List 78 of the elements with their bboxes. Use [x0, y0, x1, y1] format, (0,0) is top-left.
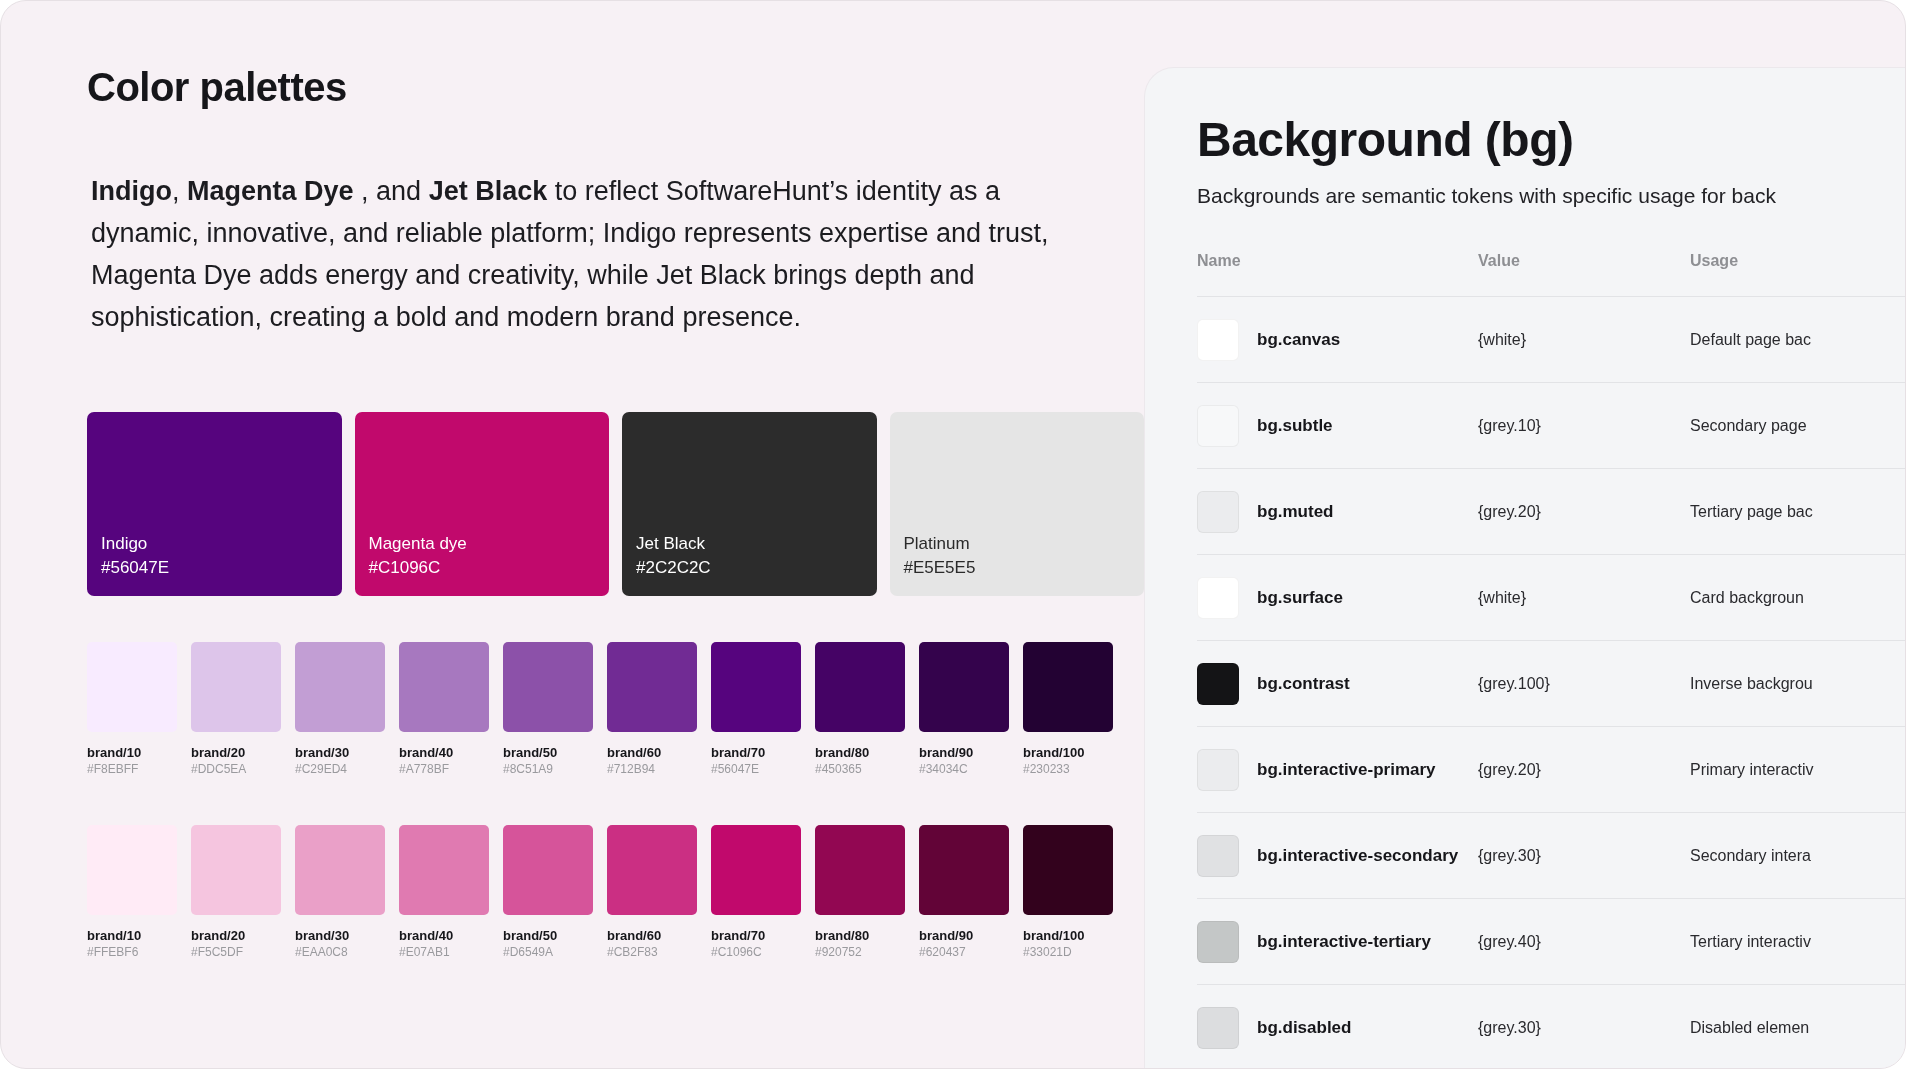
token-usage: Tertiary interactiv: [1690, 932, 1811, 951]
hex-code: #A778BF: [399, 761, 451, 777]
color-swatch: Magenta dye #C1096C: [354, 412, 609, 596]
swatch-label: brand/40: [399, 744, 455, 761]
token-name: bg.muted: [1257, 501, 1334, 522]
hex-code: #D6549A: [503, 944, 555, 960]
swatch-label: brand/100: [1023, 927, 1086, 944]
token-name: bg.subtle: [1257, 415, 1333, 436]
token-value: {white}: [1478, 588, 1528, 607]
column-header: Name: [1197, 252, 1242, 270]
token-usage: Disabled elemen: [1690, 1018, 1810, 1037]
swatch-label: brand/40: [399, 927, 455, 944]
hex-code: #33021D: [1023, 944, 1073, 960]
page-title: Color palettes: [87, 65, 348, 110]
column-header: Usage: [1690, 252, 1739, 270]
swatch-label: brand/10: [87, 927, 143, 944]
token-value: {grey.30}: [1478, 846, 1542, 865]
token-name: bg.contrast: [1257, 673, 1350, 694]
token-value: {grey.30}: [1478, 1018, 1542, 1037]
hex-code: #8C51A9: [503, 761, 555, 777]
swatch-label: brand/70: [711, 744, 767, 761]
panel-title: Background (bg): [1197, 112, 1575, 168]
token-name: bg.interactive-primary: [1257, 759, 1436, 780]
token-usage: Primary interactiv: [1690, 760, 1814, 779]
hex-code: #F5C5DF: [191, 944, 244, 960]
hex-code: #CB2F83: [607, 944, 659, 960]
swatch-label: brand/90: [919, 744, 975, 761]
hex-code: #FFEBF6: [87, 944, 140, 960]
token-usage: Secondary intera: [1690, 846, 1811, 865]
token-name: bg.interactive-tertiary: [1257, 931, 1431, 952]
token-value: {grey.20}: [1478, 760, 1542, 779]
token-usage: Tertiary page bac: [1690, 502, 1813, 521]
token-usage: Default page bac: [1690, 330, 1811, 349]
hex-code: #C1096C: [711, 944, 763, 960]
token-value: {grey.10}: [1478, 416, 1542, 435]
color-swatch: Platinum #E5E5E5: [889, 412, 1144, 596]
color-swatch: Jet Black #2C2C2C: [622, 412, 877, 596]
hex-code: #450365: [815, 761, 863, 777]
hex-code: #230233: [1023, 761, 1071, 777]
hex-code: #EAA0C8: [295, 944, 349, 960]
swatch-label: brand/50: [503, 744, 559, 761]
hex-code: #620437: [919, 944, 967, 960]
panel-description: Backgrounds are semantic tokens with specific usage for back: [1197, 184, 1777, 208]
hex-code: #F8EBFF: [87, 761, 140, 777]
hex-code: #C29ED4: [295, 761, 349, 777]
swatch-label: brand/80: [815, 927, 871, 944]
hex-code: #34034C: [919, 761, 969, 777]
intro-paragraph: Indigo, Magenta Dye , and Jet Black to reflect SoftwareHunt’s identity as a dynamic, innovative, and reliable platform; Indigo represents expertise and trust, Magenta Dye adds energy and creativity, while Jet Black brings depth and sophistication, creating a bold and modern brand presence.: [91, 175, 1050, 334]
hex-code: #920752: [815, 944, 863, 960]
swatch-label: brand/30: [295, 927, 351, 944]
swatch-label: brand/20: [191, 744, 247, 761]
swatch-label: brand/60: [607, 744, 663, 761]
swatch-label: brand/20: [191, 927, 247, 944]
swatch-label: brand/100: [1023, 744, 1086, 761]
token-value: {grey.100}: [1478, 674, 1551, 693]
token-value: {white}: [1478, 330, 1528, 349]
token-name: bg.surface: [1257, 587, 1343, 608]
hex-code: #712B94: [607, 761, 657, 777]
swatch-label: brand/10: [87, 744, 143, 761]
color-swatch: Indigo #56047E: [87, 412, 342, 596]
token-value: {grey.40}: [1478, 932, 1542, 951]
hex-code: #DDC5EA: [191, 761, 248, 777]
column-header: Value: [1478, 252, 1521, 270]
hex-code: #E07AB1: [399, 944, 451, 960]
swatch-label: brand/30: [295, 744, 351, 761]
token-name: bg.canvas: [1257, 329, 1341, 350]
swatch-label: brand/80: [815, 744, 871, 761]
token-name: bg.disabled: [1257, 1017, 1352, 1038]
swatch-label: brand/90: [919, 927, 975, 944]
token-usage: Card backgroun: [1690, 588, 1804, 607]
token-usage: Secondary page: [1690, 416, 1807, 435]
hex-code: #56047E: [711, 761, 761, 777]
token-name: bg.interactive-secondary: [1257, 845, 1459, 866]
swatch-label: brand/60: [607, 927, 663, 944]
swatch-label: brand/50: [503, 927, 559, 944]
swatch-label: brand/70: [711, 927, 767, 944]
token-usage: Inverse backgrou: [1690, 674, 1813, 693]
token-value: {grey.20}: [1478, 502, 1542, 521]
